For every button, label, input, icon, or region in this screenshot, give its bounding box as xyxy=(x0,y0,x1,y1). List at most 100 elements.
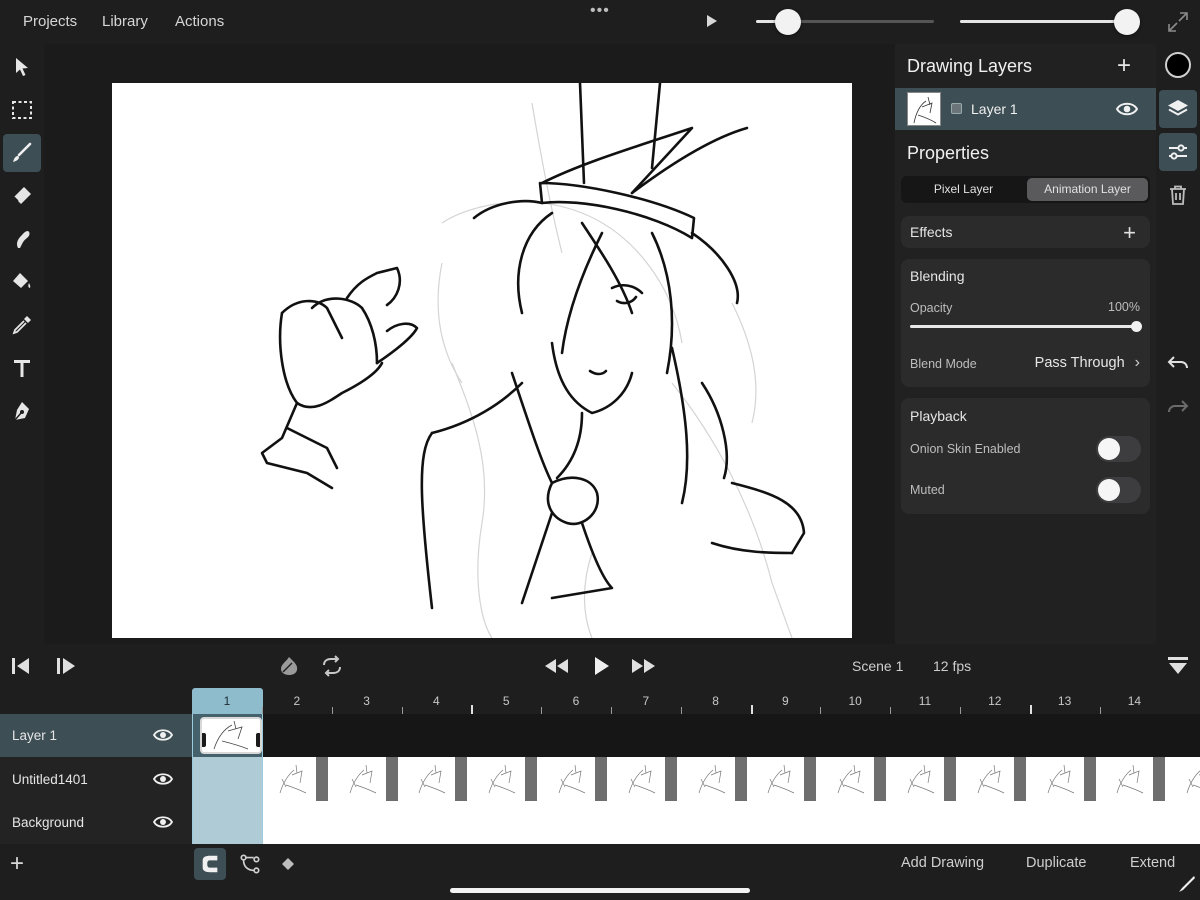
next-frame-icon[interactable] xyxy=(54,654,78,678)
color-swatch[interactable] xyxy=(1165,52,1191,78)
frame-ruler[interactable]: 1 2 3 4 5 6 7 8 9 10 11 12 13 14 xyxy=(192,688,1200,714)
pencil-icon[interactable] xyxy=(1176,874,1196,894)
frame-number[interactable]: 10 xyxy=(845,694,865,708)
menu-projects[interactable]: Projects xyxy=(23,13,77,30)
previous-frame-icon[interactable] xyxy=(9,654,33,678)
animation-layer-tab[interactable]: Animation Layer xyxy=(1027,178,1148,201)
fps-label[interactable]: 12 fps xyxy=(933,658,971,674)
frame-number[interactable]: 11 xyxy=(915,694,935,708)
layer-row[interactable]: Layer 1 xyxy=(895,88,1156,130)
eyedropper-icon[interactable] xyxy=(3,306,41,344)
eye-icon[interactable] xyxy=(152,770,174,788)
pixel-layer-tab[interactable]: Pixel Layer xyxy=(903,178,1024,201)
select-arrow-icon[interactable] xyxy=(3,48,41,86)
extend-button[interactable]: Extend xyxy=(1130,855,1175,871)
frame-cell[interactable] xyxy=(200,717,262,754)
frame-number[interactable]: 8 xyxy=(706,694,726,708)
pen-icon[interactable] xyxy=(3,392,41,430)
track-item[interactable]: Untitled1401 xyxy=(0,758,192,801)
eye-icon[interactable] xyxy=(1115,99,1139,119)
add-effect-button[interactable]: + xyxy=(1123,220,1136,246)
frame-number[interactable]: 6 xyxy=(566,694,586,708)
ruler-tick xyxy=(541,707,543,714)
path-motion-icon[interactable] xyxy=(234,848,266,880)
opacity-knob[interactable] xyxy=(1131,321,1142,332)
smudge-icon[interactable] xyxy=(3,220,41,258)
adjustments-icon[interactable] xyxy=(1159,133,1197,171)
duplicate-button[interactable]: Duplicate xyxy=(1026,855,1086,871)
play-icon[interactable] xyxy=(704,13,720,29)
frame-number[interactable]: 9 xyxy=(775,694,795,708)
brush-size-knob[interactable] xyxy=(775,9,802,35)
eye-icon[interactable] xyxy=(152,726,174,744)
frame-number[interactable]: 2 xyxy=(287,694,307,708)
muted-label: Muted xyxy=(910,483,945,497)
onion-skin-icon[interactable] xyxy=(277,654,301,678)
onion-frame-thumbnail[interactable] xyxy=(274,761,314,797)
more-options-icon[interactable]: ••• xyxy=(590,2,610,20)
track-area[interactable] xyxy=(192,714,1200,844)
frame-number[interactable]: 14 xyxy=(1124,694,1144,708)
muted-toggle[interactable] xyxy=(1096,477,1141,503)
add-drawing-button[interactable]: Add Drawing xyxy=(901,855,984,871)
frame-number[interactable]: 7 xyxy=(636,694,656,708)
frame-number[interactable]: 3 xyxy=(357,694,377,708)
scene-label[interactable]: Scene 1 xyxy=(852,658,903,674)
add-layer-button[interactable]: + xyxy=(1117,54,1131,78)
onion-frame-thumbnail[interactable] xyxy=(483,761,523,797)
text-icon[interactable] xyxy=(3,349,41,387)
expand-icon[interactable] xyxy=(1166,10,1190,34)
undo-icon[interactable] xyxy=(1159,344,1197,382)
loop-icon[interactable] xyxy=(320,654,344,678)
ruler-tick xyxy=(890,707,892,714)
onion-frame-thumbnail[interactable] xyxy=(553,761,593,797)
menu-actions[interactable]: Actions xyxy=(175,13,224,30)
rewind-icon[interactable] xyxy=(543,654,569,678)
onion-frame-thumbnail[interactable] xyxy=(832,761,872,797)
keyframe-diamond-icon[interactable] xyxy=(272,848,304,880)
track-row-untitled1401[interactable] xyxy=(192,757,1200,801)
onion-frame-thumbnail[interactable] xyxy=(1181,761,1200,797)
drawing-canvas[interactable] xyxy=(112,83,852,638)
onion-frame-thumbnail[interactable] xyxy=(1042,761,1082,797)
onion-frame-thumbnail[interactable] xyxy=(972,761,1012,797)
eye-icon[interactable] xyxy=(152,813,174,831)
fill-bucket-icon[interactable] xyxy=(3,263,41,301)
onion-skin-toggle[interactable] xyxy=(1096,436,1141,462)
filmstrip-divider xyxy=(874,757,887,801)
layers-icon[interactable] xyxy=(1159,90,1197,128)
play-icon[interactable] xyxy=(589,654,613,678)
brush-opacity-knob[interactable] xyxy=(1114,9,1140,35)
properties-title: Properties xyxy=(907,143,990,163)
trash-icon[interactable] xyxy=(1159,176,1197,214)
track-item[interactable]: Layer 1 xyxy=(0,714,192,757)
marquee-select-icon[interactable] xyxy=(3,91,41,129)
frame-number[interactable]: 12 xyxy=(985,694,1005,708)
blending-card: Blending Opacity 100% Blend Mode Pass Th… xyxy=(901,259,1150,387)
redo-icon[interactable] xyxy=(1159,388,1197,426)
onion-frame-thumbnail[interactable] xyxy=(344,761,384,797)
blend-mode-selector[interactable]: Pass Through › xyxy=(1035,354,1140,372)
onion-frame-thumbnail[interactable] xyxy=(623,761,663,797)
collapse-timeline-icon[interactable] xyxy=(1166,654,1190,678)
menu-library[interactable]: Library xyxy=(102,13,148,30)
onion-frame-thumbnail[interactable] xyxy=(902,761,942,797)
bottom-bar: + Add Drawing Duplicate Extend xyxy=(0,844,1200,900)
onion-frame-thumbnail[interactable] xyxy=(762,761,802,797)
frame-number[interactable]: 13 xyxy=(1055,694,1075,708)
brush-icon[interactable] xyxy=(3,134,41,172)
eraser-icon[interactable] xyxy=(3,177,41,215)
frame-number[interactable]: 4 xyxy=(426,694,446,708)
add-track-button[interactable]: + xyxy=(10,850,24,878)
frame-number[interactable]: 5 xyxy=(496,694,516,708)
layer-name[interactable]: Layer 1 xyxy=(971,101,1018,117)
track-row-background[interactable] xyxy=(192,801,1200,844)
track-item[interactable]: Background xyxy=(0,801,192,844)
frame-handle-right[interactable] xyxy=(256,733,260,747)
frame-number[interactable]: 1 xyxy=(217,694,237,708)
magnet-snap-icon[interactable] xyxy=(194,848,226,880)
onion-frame-thumbnail[interactable] xyxy=(693,761,733,797)
onion-frame-thumbnail[interactable] xyxy=(413,761,453,797)
fast-forward-icon[interactable] xyxy=(631,654,657,678)
onion-frame-thumbnail[interactable] xyxy=(1111,761,1151,797)
